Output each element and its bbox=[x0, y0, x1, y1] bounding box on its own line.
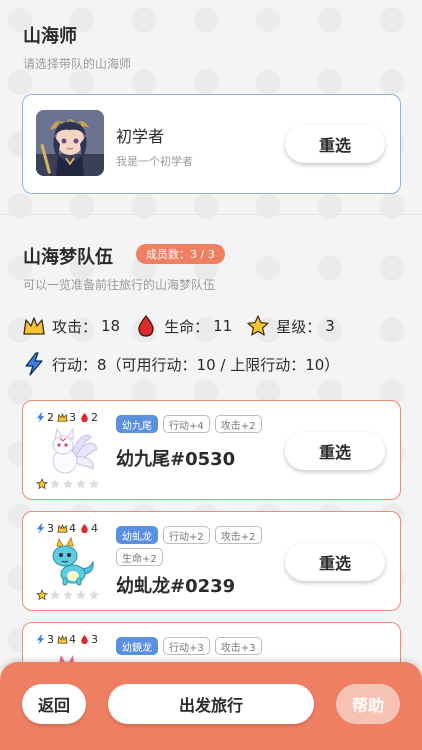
star-label: 星级： bbox=[276, 317, 322, 336]
member-bonus-tag: 行动+2 bbox=[163, 526, 210, 544]
member-mini-stats: 3 4 3 bbox=[35, 633, 101, 646]
lightning-icon bbox=[36, 412, 45, 423]
member-tags: 幼鏡龙 行动+3 攻击+3 bbox=[116, 637, 286, 659]
star-empty-icon bbox=[76, 590, 86, 600]
star-empty-icon bbox=[50, 590, 60, 600]
member-reselect-button[interactable]: 重选 bbox=[285, 543, 385, 581]
team-stats-row: 攻击： 18 生命： 11 星级： 3 bbox=[22, 314, 349, 338]
blood-drop-icon bbox=[81, 634, 88, 645]
leader-section-title: 山海师 bbox=[23, 26, 77, 47]
life-label: 生命： bbox=[164, 317, 210, 336]
member-bonus-tag: 攻击+2 bbox=[214, 526, 262, 544]
blood-drop-icon bbox=[81, 523, 88, 534]
team-section-subtitle: 可以一览准备前往旅行的山海梦队伍 bbox=[23, 278, 216, 292]
member-life-value: 4 bbox=[91, 522, 98, 535]
leader-section-subtitle: 请选择带队的山海师 bbox=[23, 57, 132, 71]
member-attack-value: 4 bbox=[69, 633, 76, 646]
life-value: 11 bbox=[213, 317, 233, 335]
help-button[interactable]: 帮助 bbox=[336, 684, 400, 724]
blood-drop-icon bbox=[138, 315, 154, 337]
member-bonus-tag: 攻击+3 bbox=[214, 637, 262, 655]
attack-value: 18 bbox=[101, 317, 121, 335]
member-reselect-button[interactable]: 重选 bbox=[285, 432, 385, 470]
member-attack-value: 4 bbox=[69, 522, 76, 535]
leader-card[interactable]: 初学者 我是一个初学者 重选 bbox=[22, 94, 401, 194]
member-bonus-tag: 生命+2 bbox=[116, 548, 163, 566]
star-empty-icon bbox=[50, 479, 60, 489]
star-empty-icon bbox=[63, 479, 73, 489]
member-species-tag: 幼虬龙 bbox=[116, 526, 158, 544]
leader-name: 初学者 bbox=[116, 127, 165, 146]
leader-avatar bbox=[36, 110, 104, 176]
member-name: 幼九尾#0530 bbox=[116, 449, 236, 470]
star-filled-icon bbox=[36, 589, 48, 601]
star-filled-icon bbox=[36, 478, 48, 490]
star-empty-icon bbox=[89, 479, 99, 489]
member-star-rating bbox=[36, 478, 101, 490]
lightning-icon bbox=[36, 634, 45, 645]
star-value: 3 bbox=[325, 317, 335, 335]
bottom-action-bar: 返回 出发旅行 帮助 bbox=[0, 662, 422, 750]
depart-travel-button[interactable]: 出发旅行 bbox=[108, 684, 314, 724]
crown-icon bbox=[57, 412, 68, 422]
member-action-value: 3 bbox=[47, 633, 54, 646]
star-empty-icon bbox=[63, 590, 73, 600]
member-action-value: 3 bbox=[47, 522, 54, 535]
member-bonus-tag: 攻击+2 bbox=[214, 415, 262, 433]
member-mini-stats: 2 3 2 bbox=[35, 411, 101, 424]
attack-label: 攻击： bbox=[52, 317, 98, 336]
action-text: 行动：8（可用行动：10 / 上限行动：10） bbox=[52, 355, 340, 374]
member-species-tag: 幼鏡龙 bbox=[116, 637, 158, 655]
leader-reselect-button[interactable]: 重选 bbox=[285, 125, 385, 163]
member-count-badge: 成员数：3 / 3 bbox=[136, 244, 225, 264]
star-empty-icon bbox=[89, 590, 99, 600]
member-species-tag: 幼九尾 bbox=[116, 415, 158, 433]
member-life-value: 3 bbox=[91, 633, 98, 646]
crown-icon bbox=[23, 317, 45, 335]
member-name: 幼虬龙#0239 bbox=[116, 576, 236, 597]
crown-icon bbox=[57, 634, 68, 644]
member-action-value: 2 bbox=[47, 411, 54, 424]
blood-drop-icon bbox=[81, 412, 88, 423]
member-mini-stats: 3 4 4 bbox=[35, 522, 101, 535]
member-tags: 幼九尾 行动+4 攻击+2 bbox=[116, 415, 286, 437]
lightning-icon bbox=[36, 523, 45, 534]
member-star-rating bbox=[36, 589, 101, 601]
team-action-row: 行动：8（可用行动：10 / 上限行动：10） bbox=[22, 352, 339, 376]
section-divider bbox=[0, 214, 422, 215]
member-attack-value: 3 bbox=[69, 411, 76, 424]
member-life-value: 2 bbox=[91, 411, 98, 424]
team-section-title: 山海梦队伍 bbox=[23, 247, 113, 268]
team-member-card[interactable]: 3 4 4 幼虬龙 行动+2 攻击+2 生命+2 幼虬龙#0239 重选 bbox=[22, 511, 401, 611]
member-bonus-tag: 行动+3 bbox=[163, 637, 210, 655]
young-dragon-image bbox=[52, 536, 94, 586]
star-empty-icon bbox=[76, 479, 86, 489]
crown-icon bbox=[57, 523, 68, 533]
nine-tail-fox-image bbox=[52, 427, 98, 474]
leader-description: 我是一个初学者 bbox=[116, 155, 193, 168]
member-bonus-tag: 行动+4 bbox=[163, 415, 210, 433]
member-tags: 幼虬龙 行动+2 攻击+2 生命+2 bbox=[116, 526, 286, 570]
lightning-icon bbox=[25, 352, 43, 376]
back-button[interactable]: 返回 bbox=[22, 684, 86, 724]
star-icon bbox=[247, 315, 269, 336]
team-member-card[interactable]: 2 3 2 幼九尾 行动+4 攻击+2 幼九尾#0530 重选 bbox=[22, 400, 401, 500]
